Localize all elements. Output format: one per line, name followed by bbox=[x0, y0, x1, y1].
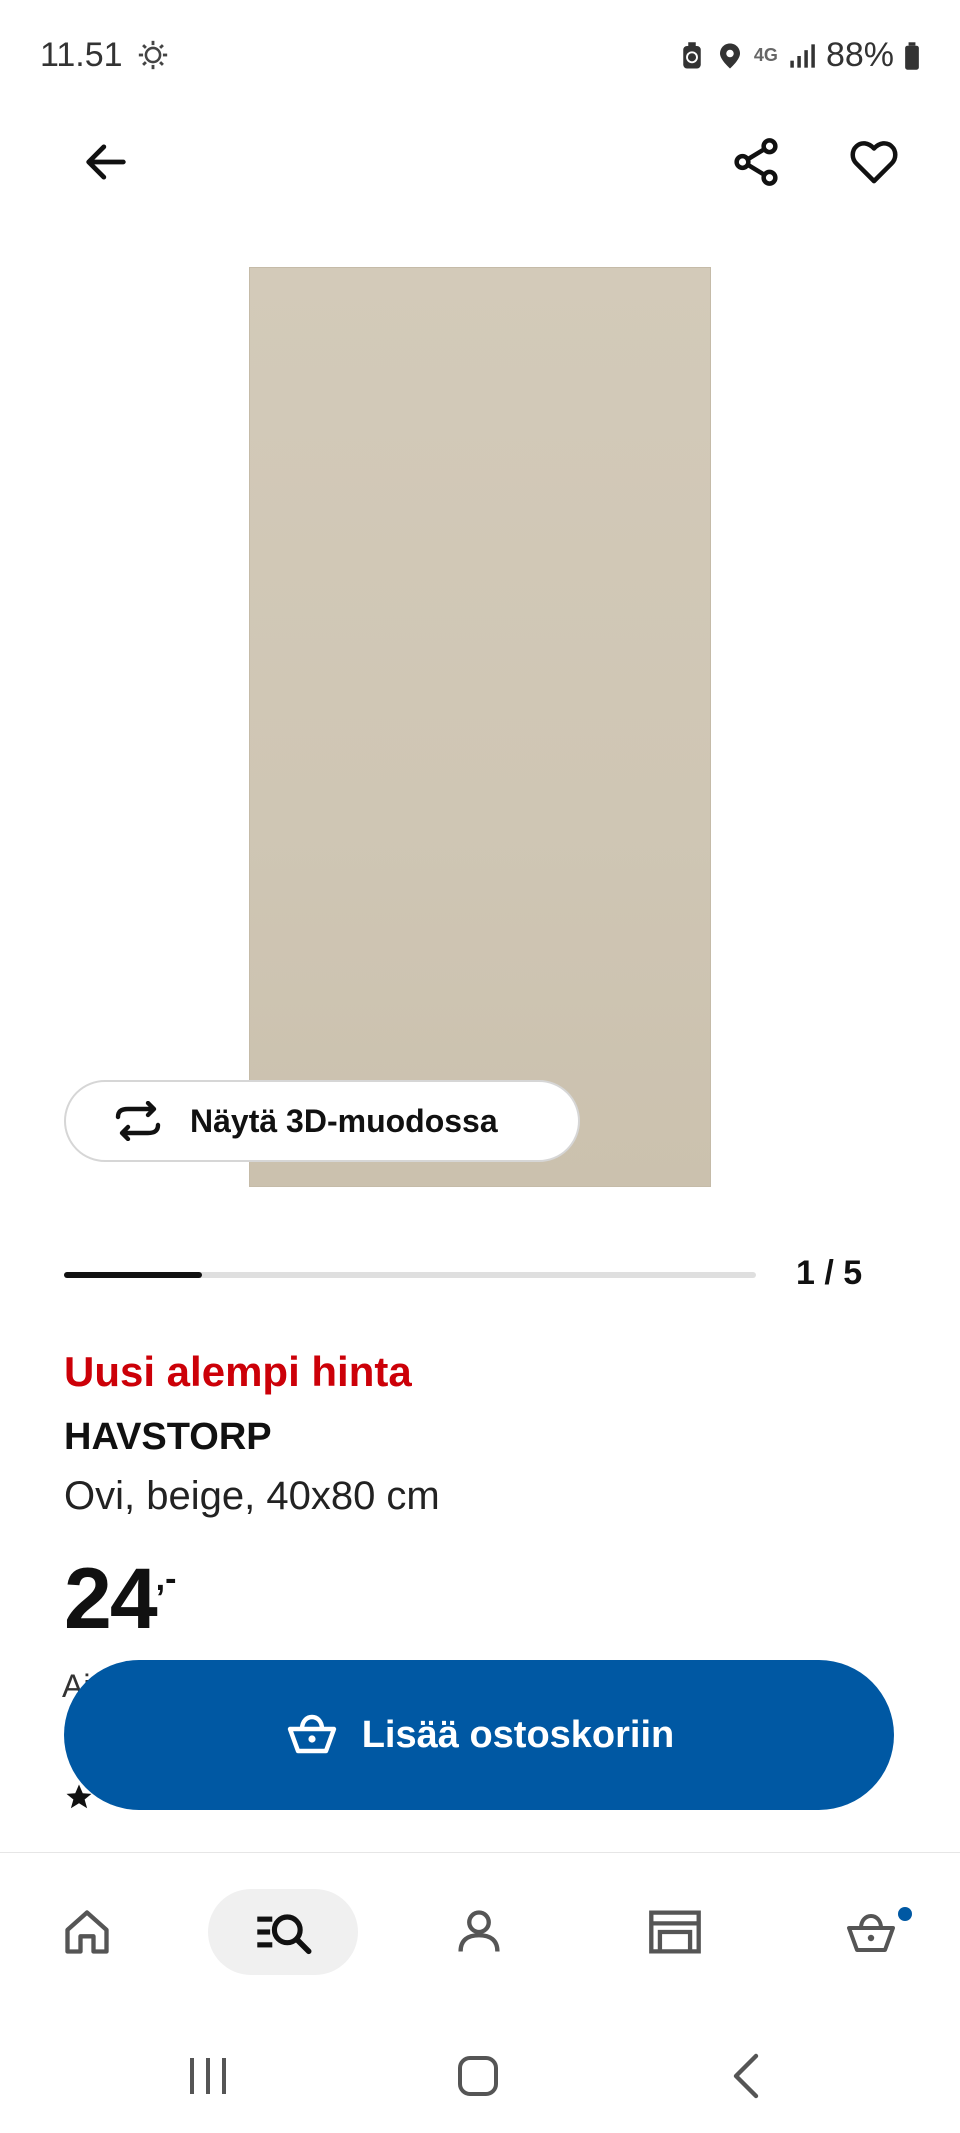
favorite-button[interactable] bbox=[832, 120, 916, 204]
product-price: 24 ,- bbox=[64, 1550, 176, 1649]
carousel-progress-fill bbox=[64, 1272, 203, 1278]
nav-stores[interactable] bbox=[600, 1889, 750, 1975]
recent-apps-icon bbox=[190, 2058, 226, 2094]
price-suffix: ,- bbox=[155, 1560, 177, 1598]
share-icon bbox=[734, 138, 778, 186]
shopping-basket-icon bbox=[287, 1714, 336, 1754]
home-square-icon bbox=[458, 2056, 498, 2096]
recent-apps-button[interactable] bbox=[168, 2046, 248, 2106]
system-navigation-bar bbox=[0, 2002, 960, 2133]
product-description: Ovi, beige, 40x80 cm bbox=[64, 1474, 440, 1518]
cart-badge-dot bbox=[898, 1907, 912, 1921]
nav-home[interactable] bbox=[12, 1889, 162, 1975]
person-icon bbox=[458, 1910, 500, 1952]
signal-icon bbox=[790, 43, 815, 68]
gear-icon bbox=[138, 40, 168, 70]
carousel-counter: 1 / 5 bbox=[796, 1254, 863, 1292]
nav-cart[interactable] bbox=[796, 1889, 946, 1975]
home-icon bbox=[65, 1910, 109, 1954]
nav-search[interactable] bbox=[208, 1889, 358, 1975]
battery-saver-icon bbox=[683, 41, 701, 68]
carousel-progress bbox=[64, 1272, 756, 1278]
system-back-button[interactable] bbox=[706, 2046, 786, 2106]
search-list-icon bbox=[257, 1914, 312, 1955]
home-button[interactable] bbox=[438, 2046, 518, 2106]
chevron-left-icon bbox=[733, 2053, 759, 2099]
status-bar: 11.51 4G 88% bbox=[0, 0, 960, 110]
status-time: 11.51 bbox=[40, 36, 123, 74]
nav-profile[interactable] bbox=[404, 1889, 554, 1975]
add-to-cart-label: Lisää ostoskoriin bbox=[361, 1713, 675, 1756]
product-image[interactable] bbox=[250, 268, 710, 1186]
battery-icon bbox=[905, 41, 919, 70]
status-indicators: 4G 88% bbox=[678, 36, 920, 75]
price-tag: Uusi alempi hinta bbox=[64, 1348, 412, 1395]
battery-percent: 88% bbox=[825, 36, 894, 74]
heart-icon bbox=[850, 141, 898, 184]
view-3d-button[interactable]: Näytä 3D-muodossa bbox=[64, 1080, 580, 1162]
arrow-left-icon bbox=[86, 144, 126, 180]
network-type: 4G bbox=[753, 45, 778, 65]
product-name: HAVSTORP bbox=[64, 1416, 272, 1458]
bottom-navigation bbox=[0, 1852, 960, 2003]
add-to-cart-button[interactable]: Lisää ostoskoriin bbox=[64, 1660, 894, 1810]
price-main: 24 bbox=[64, 1551, 158, 1647]
view-3d-label: Näytä 3D-muodossa bbox=[190, 1102, 498, 1139]
store-icon bbox=[649, 1910, 701, 1954]
basket-icon bbox=[847, 1913, 895, 1952]
back-button[interactable] bbox=[64, 120, 148, 204]
share-button[interactable] bbox=[714, 120, 798, 204]
location-icon bbox=[719, 43, 740, 68]
rotate-3d-icon bbox=[115, 1101, 161, 1141]
